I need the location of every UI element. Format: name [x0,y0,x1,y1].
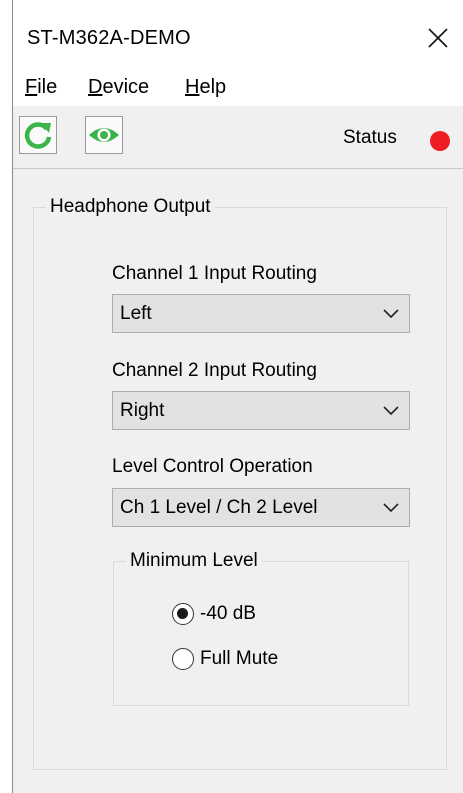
chevron-down-icon [383,503,399,513]
menu-help[interactable]: Help [185,76,226,98]
level-control-select[interactable]: Ch 1 Level / Ch 2 Level [112,488,410,527]
chevron-down-icon [383,309,399,319]
menu-file[interactable]: File [25,76,57,98]
menu-help-label: elp [199,76,227,98]
close-button[interactable] [416,20,460,56]
ch2-routing-value: Right [120,400,165,421]
level-control-label: Level Control Operation [112,456,313,477]
ch2-routing-label: Channel 2 Input Routing [112,360,317,381]
refresh-icon [24,122,52,149]
menu-file-label: ile [37,76,58,98]
ch2-routing-select[interactable]: Right [112,391,410,430]
menu-help-accel: H [185,76,200,98]
ch1-routing-label: Channel 1 Input Routing [112,263,317,284]
radio-full-mute[interactable]: Full Mute [172,647,278,671]
menu-device-label: evice [102,76,150,98]
ch1-routing-select[interactable]: Left [112,294,410,333]
view-button[interactable] [85,116,123,154]
toolbar: Status [13,106,463,169]
ch1-routing-value: Left [120,303,152,324]
minimum-level-group: Minimum Level -40 dB Full Mute [113,550,409,706]
status-indicator [430,131,450,151]
radio-full-mute-label: Full Mute [200,648,279,669]
eye-icon [89,128,119,142]
chevron-down-icon [383,406,399,416]
title-bar: ST-M362A-DEMO [13,0,463,68]
status-label: Status [343,127,397,148]
menu-file-accel: F [25,76,38,98]
refresh-button[interactable] [19,116,57,154]
headphone-output-group: Headphone Output Channel 1 Input Routing… [33,196,447,770]
radio-minus-40db[interactable]: -40 dB [172,602,256,626]
headphone-output-legend: Headphone Output [46,196,215,218]
menu-device-accel: D [88,76,103,98]
app-window: ST-M362A-DEMO File Device Help Status He… [12,0,463,793]
radio-button[interactable] [172,648,194,670]
level-control-value: Ch 1 Level / Ch 2 Level [120,497,318,518]
menu-device[interactable]: Device [88,76,149,98]
close-icon [428,28,448,48]
minimum-level-legend: Minimum Level [126,550,262,572]
radio-minus-40db-label: -40 dB [200,603,256,624]
menu-bar: File Device Help [13,68,463,106]
radio-button[interactable] [172,603,194,625]
window-title: ST-M362A-DEMO [27,27,191,49]
radio-selected-dot [177,608,188,619]
